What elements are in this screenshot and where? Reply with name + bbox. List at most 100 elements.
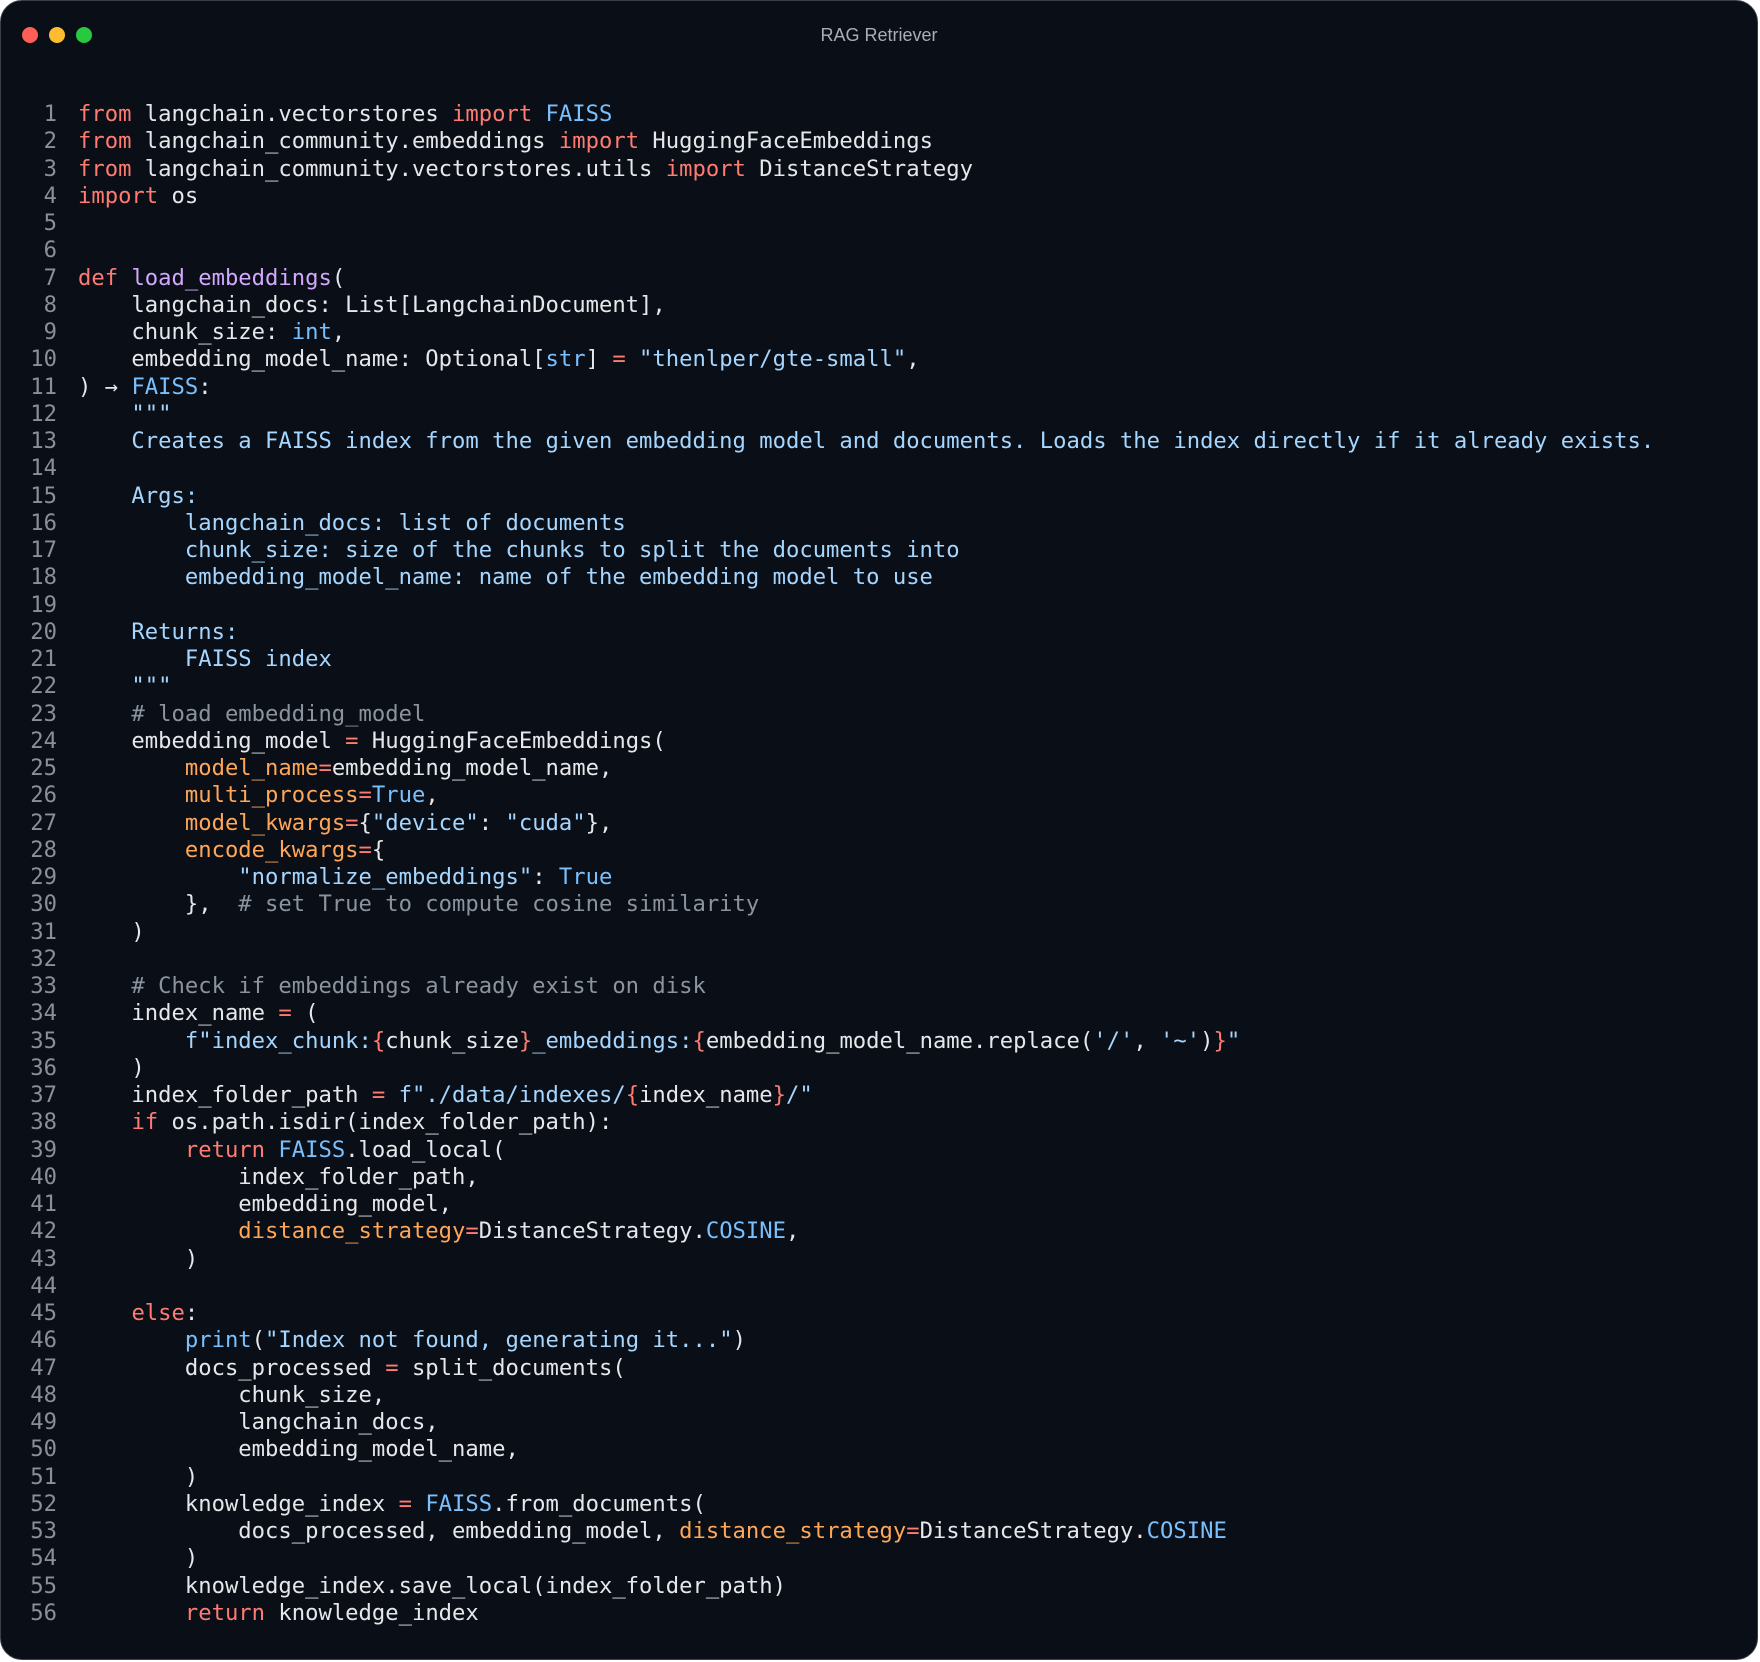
builtin-token: True	[371, 782, 426, 809]
line-source: ) → FAISS:	[78, 374, 212, 401]
line-source: else:	[78, 1300, 198, 1327]
code-text-token: langchain.vectorstores	[131, 101, 453, 127]
line-source: return FAISS.load_local(	[78, 1136, 506, 1164]
code-text-token: ) →	[78, 373, 132, 400]
line-number: 31	[30, 918, 57, 945]
code-line: 46 print("Index not found, generating it…	[1, 1327, 1757, 1354]
operator-token: =	[906, 1518, 920, 1544]
line-source: embedding_model_name: Optional[str] = "t…	[78, 346, 919, 373]
code-text-token: (	[251, 1327, 266, 1354]
code-line: 14	[1, 455, 1757, 482]
code-line: 10 embedding_model_name: Optional[str] =…	[1, 346, 1757, 373]
code-text-token: os.path.isdir(index_folder_path):	[158, 1109, 613, 1136]
string-token: f"./data/indexes/	[398, 1082, 626, 1108]
line-number: 44	[30, 1272, 57, 1299]
line-source: )	[78, 919, 144, 946]
code-line: 19	[1, 592, 1757, 619]
code-line: 21 FAISS index	[1, 646, 1757, 673]
keyword-token: {	[692, 1027, 706, 1054]
line-source: )	[78, 1055, 144, 1082]
line-number: 49	[30, 1409, 57, 1435]
line-source: def load_embeddings(	[78, 265, 345, 292]
code-text-token: (	[291, 1000, 319, 1027]
line-source: index_folder_path,	[78, 1163, 479, 1191]
string-token: Returns:	[78, 618, 239, 645]
string-token: "	[1226, 1027, 1241, 1054]
line-number: 3	[43, 155, 57, 182]
line-number: 16	[30, 509, 57, 536]
line-source: docs_processed = split_documents(	[78, 1355, 626, 1382]
line-number: 26	[30, 782, 57, 809]
code-line: 27 model_kwargs={"device": "cuda"},	[1, 810, 1757, 837]
line-source: Returns:	[78, 619, 238, 646]
line-number: 28	[30, 836, 57, 863]
line-source: import os	[78, 183, 198, 210]
code-line: 55 knowledge_index.save_local(index_fold…	[1, 1573, 1757, 1600]
line-number: 25	[30, 755, 57, 781]
code-line: 28 encode_kwargs={	[1, 837, 1757, 864]
string-token: "Index not found, generating it..."	[265, 1327, 733, 1354]
line-number: 42	[30, 1218, 57, 1245]
code-line: 31 )	[1, 919, 1757, 946]
line-number: 37	[30, 1082, 57, 1108]
line-source: from langchain_community.vectorstores.ut…	[78, 156, 973, 183]
line-number: 46	[30, 1327, 57, 1354]
code-text-token: )	[78, 1545, 199, 1572]
line-number: 14	[30, 455, 57, 482]
code-text-token: embedding_model_name.replace(	[705, 1027, 1094, 1054]
line-number: 12	[30, 400, 57, 427]
code-line: 11) → FAISS:	[1, 374, 1757, 401]
keyword-token: }	[518, 1027, 533, 1054]
string-token: "thenlper/gte-small"	[639, 346, 907, 373]
code-text-token: os	[158, 182, 199, 209]
code-text-token: index_folder_path,	[78, 1163, 479, 1190]
code-text-token: embedding_model_name,	[331, 755, 613, 781]
builtin-token: FAISS	[545, 101, 613, 127]
code-text-token: knowledge_index	[78, 1490, 399, 1517]
code-text-token: DistanceStrategy.	[478, 1218, 706, 1245]
code-line: 23 # load embedding_model	[1, 701, 1757, 728]
code-line: 7 def load_embeddings(	[1, 265, 1757, 292]
line-source: chunk_size,	[78, 1382, 385, 1409]
line-source: docs_processed, embedding_model, distanc…	[78, 1518, 1227, 1545]
code-text-token: docs_processed	[78, 1354, 386, 1381]
code-text-token: DistanceStrategy.	[919, 1518, 1147, 1544]
builtin-token: print	[184, 1327, 252, 1354]
code-text-token: embedding_model	[78, 727, 346, 754]
window-title: RAG Retriever	[820, 25, 938, 45]
line-source: FAISS index	[78, 646, 332, 673]
code-text-token: index_name	[78, 1000, 279, 1027]
line-number: 53	[30, 1518, 57, 1544]
line-source: embedding_model_name: name of the embedd…	[78, 564, 933, 591]
code-editor[interactable]: 1 from langchain.vectorstores import FAIS…	[1, 101, 1757, 1627]
code-text-token: .from_documents(	[492, 1490, 706, 1517]
keyword-token: import	[665, 155, 746, 182]
code-line: 1 from langchain.vectorstores import FAIS…	[1, 101, 1757, 128]
operator-token: =	[278, 1000, 292, 1027]
code-text-token: :	[532, 864, 559, 890]
line-source: # Check if embeddings already exist on d…	[78, 973, 705, 1000]
keyword-token: if	[131, 1109, 159, 1136]
line-source: f"index_chunk:{chunk_size}_embeddings:{e…	[78, 1028, 1240, 1055]
keyword-token: }	[1213, 1027, 1227, 1054]
code-line: 49 langchain_docs,	[1, 1409, 1757, 1436]
code-line: 3 from langchain_community.vectorstores.u…	[1, 156, 1757, 183]
code-text-token: )	[78, 1245, 199, 1272]
code-text-token: split_documents(	[398, 1354, 626, 1381]
line-number: 19	[30, 591, 57, 618]
code-line: 51 )	[1, 1464, 1757, 1491]
line-number: 51	[30, 1463, 57, 1490]
code-text-token: knowledge_index	[265, 1599, 479, 1626]
line-number: 23	[30, 700, 57, 727]
line-source: chunk_size: int,	[78, 319, 345, 346]
line-source: """	[78, 401, 171, 428]
builtin-token: FAISS	[278, 1136, 346, 1163]
code-text-token: embedding_model,	[78, 1191, 453, 1217]
code-line: 56 return knowledge_index	[1, 1600, 1757, 1627]
